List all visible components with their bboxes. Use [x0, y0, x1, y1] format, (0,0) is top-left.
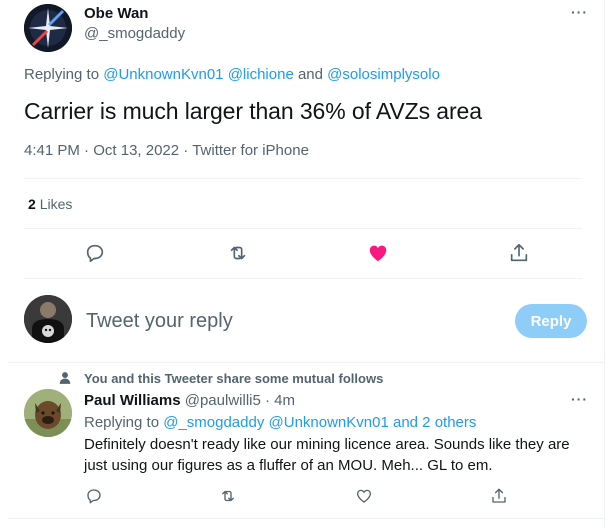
reply-action[interactable] [83, 241, 107, 265]
meta-separator: · [265, 392, 270, 409]
my-avatar[interactable] [24, 295, 72, 343]
reply-more-icon[interactable]: ··· [571, 391, 588, 407]
divider [24, 228, 582, 229]
replying-prefix: Replying to [24, 66, 100, 83]
likes-number: 2 [28, 196, 36, 212]
divider [24, 278, 582, 279]
tweet-date[interactable]: Oct 13, 2022 [93, 142, 179, 159]
reply-input[interactable]: Tweet your reply [86, 310, 233, 333]
author-avatar[interactable] [24, 4, 72, 52]
heart-icon [356, 489, 372, 503]
reply-avatar-image [24, 389, 72, 437]
reply-icon [87, 489, 101, 504]
tweet-time[interactable]: 4:41 PM [24, 142, 80, 159]
divider [8, 518, 605, 519]
tweet-source[interactable]: Twitter for iPhone [192, 142, 309, 159]
meta-separator: · [183, 142, 189, 159]
tweet-meta: 4:41 PM · Oct 13, 2022 · Twitter for iPh… [24, 142, 309, 159]
retweet-icon [222, 490, 234, 502]
share-action[interactable] [507, 241, 531, 265]
retweet-icon [230, 246, 246, 260]
reply-author-handle[interactable]: @paulwilli5 [185, 392, 261, 409]
author-name[interactable]: Obe Wan [84, 5, 148, 22]
likes-count[interactable]: 2 Likes [28, 196, 72, 212]
mutual-follows-note: You and this Tweeter share some mutual f… [84, 371, 384, 386]
mention-others-link[interactable]: and 2 others [393, 414, 476, 431]
replying-prefix: Replying to [84, 414, 160, 431]
reply-reply-action[interactable] [84, 486, 104, 506]
mention-link[interactable]: @UnknownKvn01 [103, 66, 223, 83]
retweet-action[interactable] [226, 241, 250, 265]
reply-share-action[interactable] [489, 486, 509, 506]
replying-to: Replying to @UnknownKvn01 @lichione and … [24, 66, 440, 83]
reply-like-action[interactable] [354, 486, 374, 506]
mention-link[interactable]: @lichione [228, 66, 294, 83]
reply-button[interactable]: Reply [515, 304, 587, 338]
mention-link[interactable]: @_smogdaddy [163, 414, 264, 431]
share-icon [510, 243, 528, 262]
like-action[interactable] [366, 241, 390, 265]
author-handle[interactable]: @_smogdaddy [84, 25, 185, 42]
reply-author-avatar[interactable] [24, 389, 72, 437]
reply-icon [86, 244, 104, 263]
divider [24, 178, 582, 179]
tweet-text: Carrier is much larger than 36% of AVZs … [24, 98, 482, 124]
meta-separator: · [84, 142, 90, 159]
more-icon[interactable]: ··· [571, 4, 588, 20]
reply-author-line: Paul Williams @paulwilli5 · 4m [84, 392, 295, 409]
reply-time[interactable]: 4m [274, 392, 295, 409]
mention-link[interactable]: @UnknownKvn01 [269, 414, 389, 431]
reply-retweet-action[interactable] [218, 486, 238, 506]
reply-replying-to: Replying to @_smogdaddy @UnknownKvn01 an… [84, 414, 476, 431]
reply-text: Definitely doesn't ready like our mining… [84, 436, 570, 474]
likes-label: Likes [39, 196, 73, 212]
conversation-panel: Obe Wan @_smogdaddy ··· Replying to @Unk… [0, 0, 605, 528]
mention-link[interactable]: @solosimplysolo [327, 66, 440, 83]
mentions-and: and [297, 66, 323, 83]
person-icon [59, 372, 71, 384]
share-icon [492, 488, 506, 503]
heart-filled-icon [369, 245, 387, 262]
reply-author-name[interactable]: Paul Williams [84, 392, 181, 409]
my-avatar-image [24, 295, 72, 343]
avatar-image [24, 4, 72, 52]
divider [8, 362, 605, 363]
